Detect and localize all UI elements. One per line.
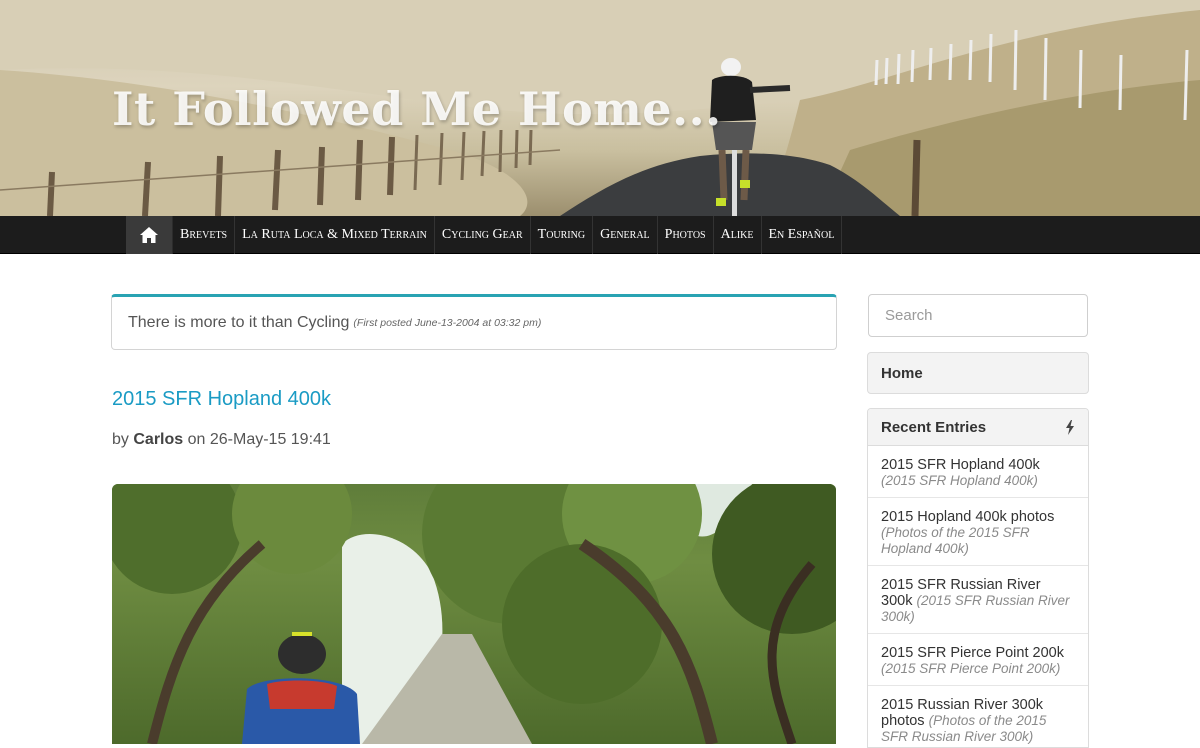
- recent-entry-sub: (2015 SFR Pierce Point 200k): [881, 661, 1061, 676]
- recent-entry[interactable]: 2015 Russian River 300k photos (Photos o…: [868, 686, 1088, 747]
- nav-home[interactable]: [126, 216, 173, 254]
- recent-entry[interactable]: 2015 Hopland 400k photos (Photos of the …: [868, 498, 1088, 566]
- notice-meta: (First posted June-13-2004 at 03:32 pm): [353, 317, 542, 329]
- byline-on: on: [187, 431, 206, 448]
- post-date: 26-May-15 19:41: [209, 431, 331, 448]
- notice-text: There is more to it than Cycling: [128, 314, 350, 331]
- post-author[interactable]: Carlos: [133, 431, 183, 448]
- post-title-link[interactable]: 2015 SFR Hopland 400k: [112, 388, 331, 411]
- lightning-icon: [1066, 419, 1074, 435]
- recent-entry-title: 2015 Hopland 400k photos: [881, 509, 1055, 525]
- sidebar-home-link[interactable]: Home: [867, 352, 1089, 394]
- recent-entry[interactable]: 2015 SFR Hopland 400k (2015 SFR Hopland …: [868, 446, 1088, 498]
- byline-by: by: [112, 431, 129, 448]
- nav-item-brevets[interactable]: Brevets: [173, 216, 236, 254]
- post-photo-image: [112, 484, 836, 744]
- nav-item-en-espanol[interactable]: En Español: [762, 216, 843, 254]
- recent-entry-sub: (2015 SFR Hopland 400k): [881, 473, 1038, 488]
- search-input[interactable]: [868, 294, 1088, 337]
- recent-entries-header: Recent Entries: [868, 409, 1088, 446]
- recent-entry[interactable]: 2015 SFR Russian River 300k (2015 SFR Ru…: [868, 566, 1088, 634]
- recent-entry-title: 2015 SFR Hopland 400k: [881, 457, 1040, 473]
- recent-entry-title: 2015 SFR Pierce Point 200k: [881, 645, 1064, 661]
- recent-entries-panel: Recent Entries 2015 SFR Hopland 400k (20…: [867, 408, 1089, 748]
- nav-item-general[interactable]: General: [593, 216, 658, 254]
- nav-item-cycling-gear[interactable]: Cycling Gear: [435, 216, 531, 254]
- recent-entry-sub: (Photos of the 2015 SFR Hopland 400k): [881, 525, 1030, 556]
- home-icon: [140, 227, 158, 243]
- post-byline: by Carlos on 26-May-15 19:41: [112, 431, 331, 449]
- recent-entries-title: Recent Entries: [881, 418, 987, 436]
- recent-entry[interactable]: 2015 SFR Pierce Point 200k (2015 SFR Pie…: [868, 634, 1088, 686]
- header-banner: It Followed Me Home...: [0, 0, 1200, 216]
- site-notice: There is more to it than Cycling (First …: [111, 294, 837, 350]
- site-title[interactable]: It Followed Me Home...: [112, 82, 722, 136]
- nav-item-la-ruta-loca[interactable]: La Ruta Loca & Mixed Terrain: [235, 216, 435, 254]
- nav-item-alike[interactable]: Alike: [714, 216, 762, 254]
- main-nav: Brevets La Ruta Loca & Mixed Terrain Cyc…: [0, 216, 1200, 254]
- nav-item-photos[interactable]: Photos: [658, 216, 714, 254]
- nav-item-touring[interactable]: Touring: [531, 216, 594, 254]
- post-photo[interactable]: [112, 484, 836, 744]
